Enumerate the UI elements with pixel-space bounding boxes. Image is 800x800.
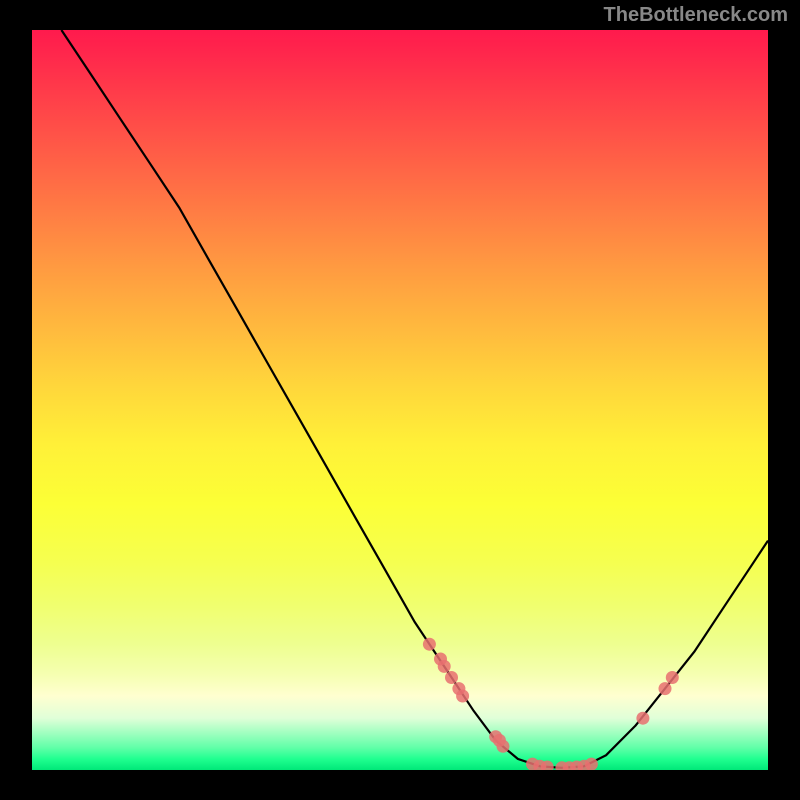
curve-svg xyxy=(32,30,768,770)
data-marker xyxy=(456,690,469,703)
chart-container: TheBottleneck.com xyxy=(0,0,800,800)
data-marker xyxy=(636,712,649,725)
data-marker xyxy=(659,682,672,695)
data-marker xyxy=(585,758,598,770)
data-marker xyxy=(438,660,451,673)
data-marker xyxy=(445,671,458,684)
data-marker xyxy=(497,740,510,753)
watermark-text: TheBottleneck.com xyxy=(604,4,788,27)
plot-area xyxy=(32,30,768,770)
data-markers xyxy=(423,638,679,770)
data-marker xyxy=(666,671,679,684)
bottleneck-curve xyxy=(61,30,768,768)
data-marker xyxy=(423,638,436,651)
